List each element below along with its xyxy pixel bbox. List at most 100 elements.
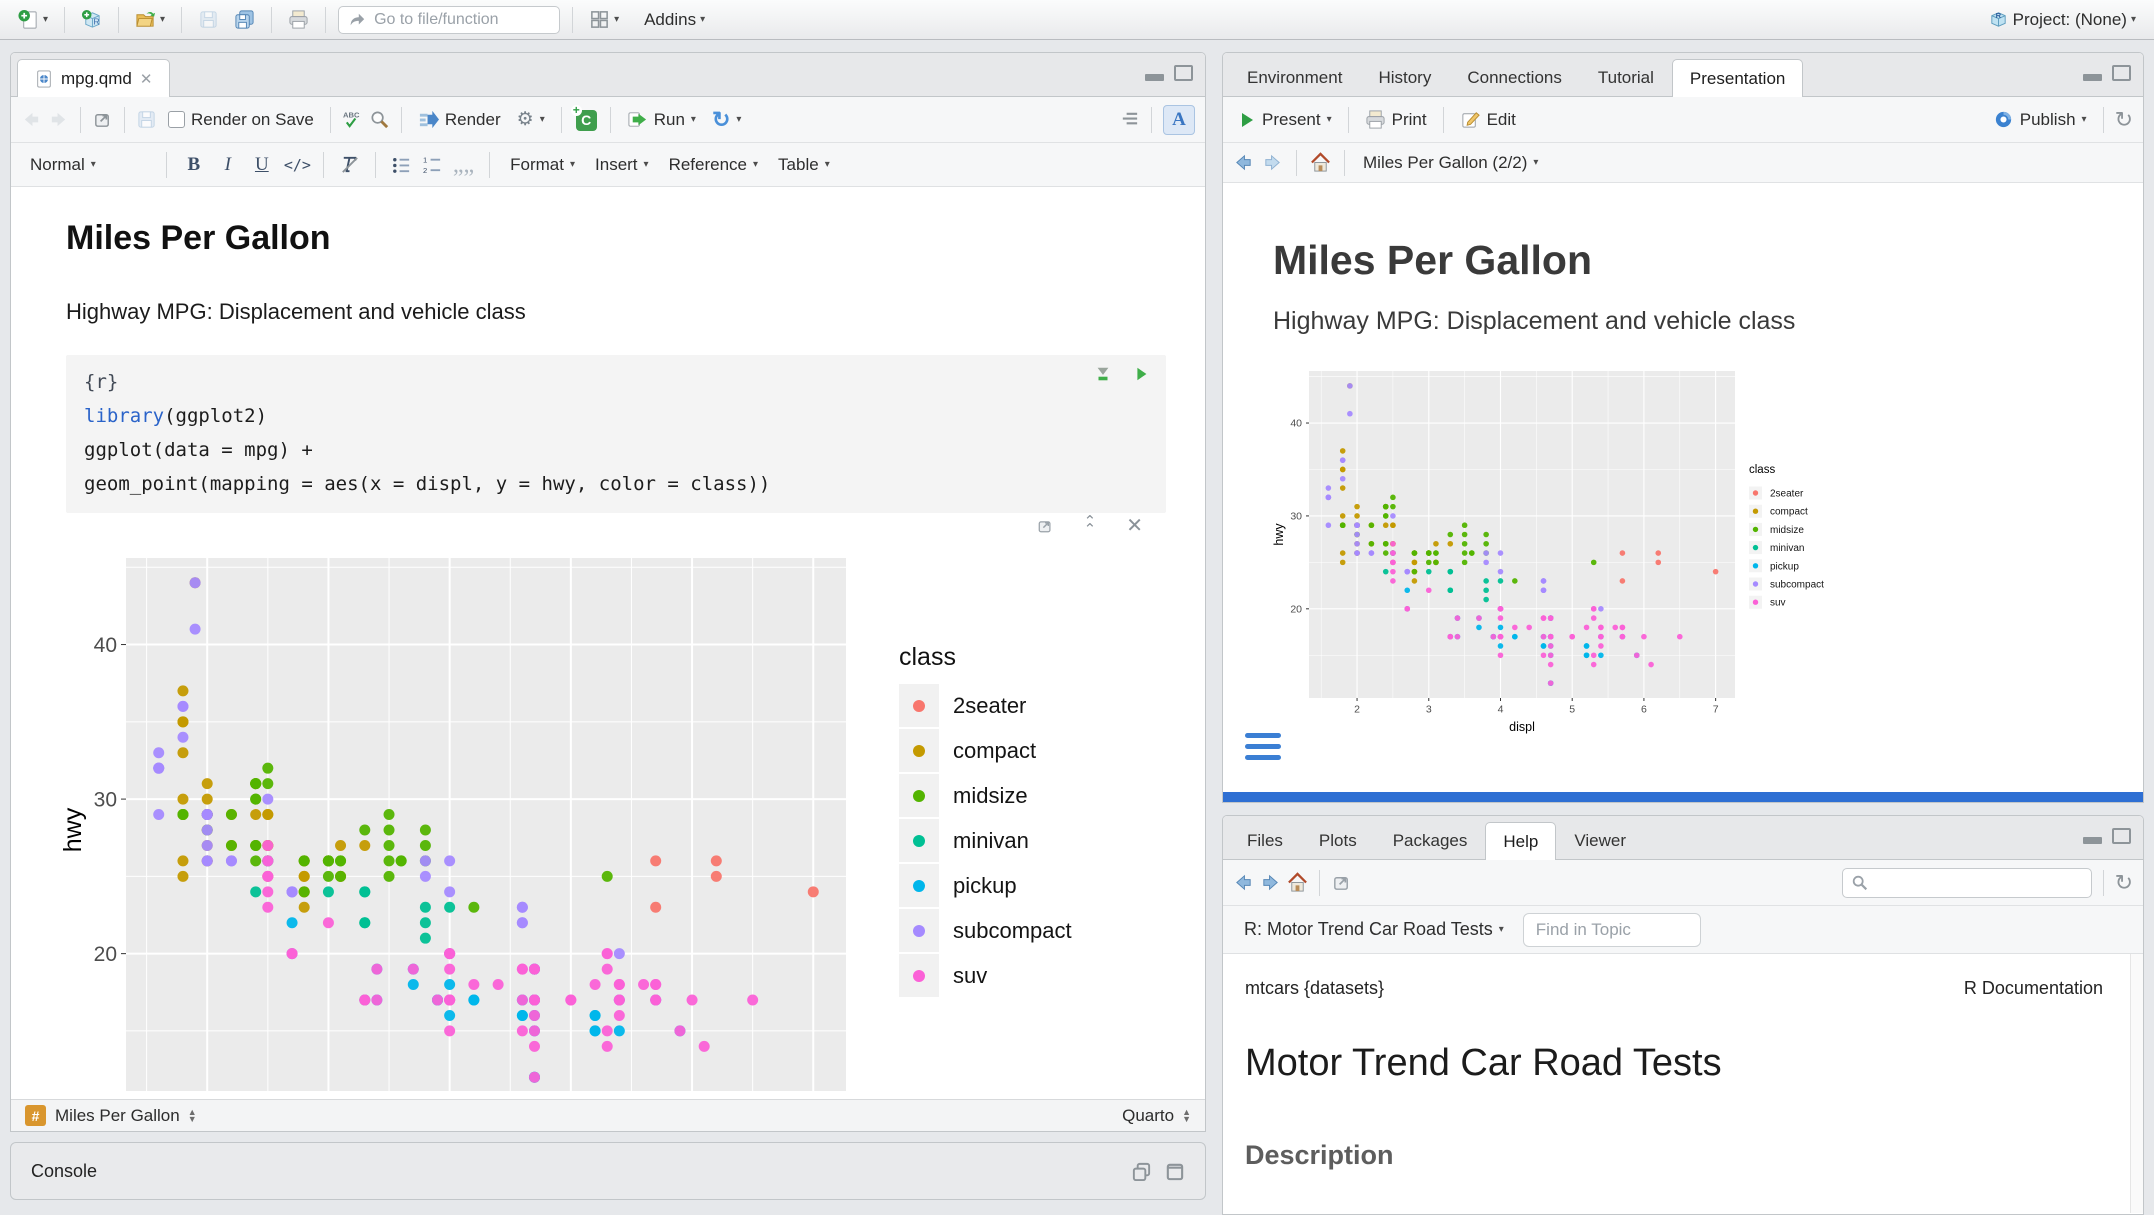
code-format-button[interactable]: </>	[284, 156, 308, 174]
maximize-icon[interactable]	[1164, 1161, 1185, 1182]
publish-button[interactable]: Publish ▾	[1988, 106, 2092, 133]
collapse-output-icon[interactable]: ⌃⌃	[1084, 518, 1097, 534]
legend-item-midsize: midsize	[899, 774, 1072, 817]
menu-format[interactable]: Format ▾	[505, 152, 580, 178]
new-file-button[interactable]: ▾	[14, 7, 52, 32]
svg-text:pickup: pickup	[1770, 561, 1799, 572]
tab-tutorial[interactable]: Tutorial	[1580, 58, 1672, 96]
tab-close-icon[interactable]: ✕	[140, 70, 153, 88]
run-chunk-icon[interactable]	[1132, 365, 1150, 383]
refresh-icon[interactable]: ↻	[2115, 109, 2133, 131]
print-button[interactable]	[284, 7, 313, 32]
status-mode-selector[interactable]: Quarto	[1122, 1106, 1174, 1126]
save-all-button[interactable]	[230, 7, 259, 32]
menu-caret-icon: ▾	[644, 160, 649, 170]
slide-menu-icon[interactable]	[1245, 733, 1281, 766]
menu-reference[interactable]: Reference ▾	[664, 152, 763, 178]
maximize-icon[interactable]	[2112, 828, 2131, 844]
tab-environment[interactable]: Environment	[1229, 58, 1360, 96]
find-icon[interactable]	[369, 109, 390, 130]
edit-button[interactable]: Edit	[1455, 106, 1521, 133]
nav-forward-icon[interactable]	[1262, 152, 1283, 173]
spellcheck-icon[interactable]: ABC	[342, 109, 363, 130]
render-on-save-checkbox[interactable]: Render on Save	[163, 107, 319, 133]
tab-viewer[interactable]: Viewer	[1556, 821, 1644, 859]
blockquote-icon[interactable]: „„	[453, 160, 474, 170]
clear-formatting-icon[interactable]	[339, 154, 360, 175]
render-button[interactable]: Render	[413, 106, 506, 133]
print-icon	[1365, 109, 1386, 130]
help-home-icon[interactable]	[1287, 872, 1308, 893]
svg-text:hwy: hwy	[59, 807, 87, 852]
project-menu[interactable]: R Project: (None) ▾	[1984, 7, 2140, 32]
slide-navigation-menu[interactable]: Miles Per Gallon (2/2) ▾	[1358, 150, 1543, 176]
paragraph-style-select[interactable]: Normal ▾	[25, 152, 101, 178]
back-icon[interactable]	[21, 109, 42, 130]
pane-layout-button[interactable]: ▾	[585, 7, 623, 32]
help-document[interactable]: mtcars {datasets} R Documentation Motor …	[1223, 954, 2143, 1213]
present-button[interactable]: Present ▾	[1233, 107, 1337, 133]
save-button[interactable]	[194, 7, 223, 32]
rerun-button[interactable]: ↻ ▾	[707, 106, 746, 134]
presentation-nav: Miles Per Gallon (2/2) ▾	[1223, 143, 2143, 183]
visual-mode-toggle[interactable]: A	[1163, 105, 1195, 135]
numbered-list-icon[interactable]: 12	[422, 154, 443, 175]
render-settings-button[interactable]: ⚙ ▾	[512, 107, 550, 132]
code-chunk[interactable]: {r} library(ggplot2)ggplot(data = mpg) +…	[66, 355, 1166, 513]
popout-window-icon[interactable]	[1331, 872, 1352, 893]
topic-history-menu[interactable]: R: Motor Trend Car Road Tests ▾	[1239, 916, 1509, 943]
goto-file-input[interactable]	[374, 11, 534, 29]
status-section-selector[interactable]: Miles Per Gallon	[55, 1106, 180, 1126]
goto-file-search[interactable]	[338, 6, 560, 34]
open-file-button[interactable]: ▾	[131, 7, 169, 32]
help-forward-icon[interactable]	[1260, 872, 1281, 893]
slide-title: Miles Per Gallon	[1273, 237, 1592, 284]
maximize-icon[interactable]	[2112, 65, 2131, 81]
new-project-button[interactable]: R	[77, 7, 106, 32]
maximize-icon[interactable]	[1174, 65, 1193, 81]
tab-help[interactable]: Help	[1485, 822, 1556, 860]
save-icon[interactable]	[136, 109, 157, 130]
insert-chunk-button[interactable]: C +	[573, 108, 599, 132]
underline-button[interactable]: U	[250, 154, 274, 176]
refresh-icon[interactable]: ↻	[2115, 872, 2133, 894]
visual-editor-document[interactable]: Miles Per Gallon Highway MPG: Displaceme…	[11, 187, 1205, 1091]
help-back-icon[interactable]	[1233, 872, 1254, 893]
paragraph-style-label: Normal	[30, 155, 85, 175]
minimize-icon[interactable]	[2083, 65, 2102, 81]
bold-button[interactable]: B	[182, 154, 206, 176]
tab-packages[interactable]: Packages	[1375, 821, 1486, 859]
tab-presentation[interactable]: Presentation	[1672, 59, 1803, 97]
forward-icon[interactable]	[48, 109, 69, 130]
scrollbar-track[interactable]	[2130, 954, 2143, 1213]
tab-connections[interactable]: Connections	[1449, 58, 1580, 96]
help-search-input[interactable]	[1876, 874, 2076, 891]
tab-history[interactable]: History	[1360, 58, 1449, 96]
print-button[interactable]: Print	[1360, 106, 1432, 133]
italic-button[interactable]: I	[216, 154, 240, 176]
close-output-icon[interactable]: ✕	[1126, 513, 1143, 538]
tab-plots[interactable]: Plots	[1301, 821, 1375, 859]
run-button[interactable]: Run ▾	[622, 106, 701, 133]
addins-menu[interactable]: Addins ▾	[640, 8, 709, 32]
popout-output-icon[interactable]	[1036, 517, 1054, 535]
home-icon[interactable]	[1310, 152, 1331, 173]
minimize-icon[interactable]	[1145, 65, 1164, 81]
help-section-heading: Description	[1245, 1140, 1394, 1171]
tab-mpg-qmd[interactable]: mpg.qmd ✕	[17, 59, 170, 97]
find-in-topic-input[interactable]	[1523, 913, 1701, 947]
tab-files[interactable]: Files	[1229, 821, 1301, 859]
popout-window-icon[interactable]	[92, 109, 113, 130]
nav-back-icon[interactable]	[1233, 152, 1254, 173]
format-menus: Format ▾ Insert ▾ Reference ▾ Table ▾	[505, 152, 835, 178]
checkbox-icon[interactable]	[168, 111, 185, 128]
restore-icon[interactable]	[1131, 1161, 1152, 1182]
minimize-icon[interactable]	[2083, 828, 2102, 844]
outline-toggle-icon[interactable]	[1119, 109, 1140, 130]
run-chunks-above-icon[interactable]	[1094, 365, 1112, 383]
bullet-list-icon[interactable]	[391, 154, 412, 175]
menu-insert[interactable]: Insert ▾	[590, 152, 654, 178]
svg-text:ABC: ABC	[343, 111, 360, 120]
menu-table[interactable]: Table ▾	[773, 152, 835, 178]
help-search-box[interactable]	[1842, 868, 2092, 898]
